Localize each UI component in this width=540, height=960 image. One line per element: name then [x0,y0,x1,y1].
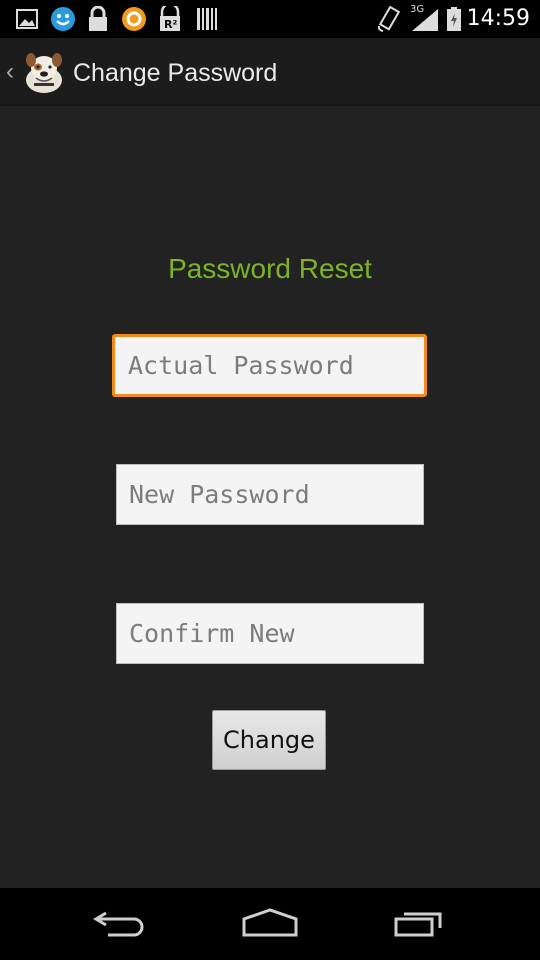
clock: 14:59 [466,6,530,31]
actual-password-input[interactable] [112,334,427,397]
change-password-form: Password Reset Change [0,106,540,888]
network-type-label: 3G [410,3,425,15]
image-icon [16,6,38,32]
recents-icon [392,907,448,942]
form-heading: Password Reset [168,253,372,284]
r2-icon: R² [158,6,182,32]
barcode-icon [196,6,218,32]
home-icon [240,907,300,942]
bulldog-app-icon [22,50,66,94]
recents-button[interactable] [380,904,460,944]
chevron-left-icon: ‹ [6,58,14,85]
home-button[interactable] [230,904,310,944]
rotate-icon [376,6,402,32]
back-icon [92,907,148,942]
smiley-icon [50,6,76,32]
new-password-input[interactable] [116,464,424,525]
screen-title: Change Password [73,59,278,87]
lock-icon [86,6,110,32]
up-button[interactable]: ‹ [0,38,70,106]
back-button[interactable] [80,904,160,944]
change-button[interactable]: Change [212,710,326,770]
svg-text:R²: R² [164,18,177,31]
confirm-password-input[interactable] [116,603,424,664]
sync-icon [121,6,147,32]
status-bar: R² 3G 14:59 [0,0,540,38]
action-bar: ‹ Change Password [0,38,540,106]
change-button-label: Change [223,726,315,754]
battery-icon [446,6,462,32]
system-nav-bar [0,888,540,960]
